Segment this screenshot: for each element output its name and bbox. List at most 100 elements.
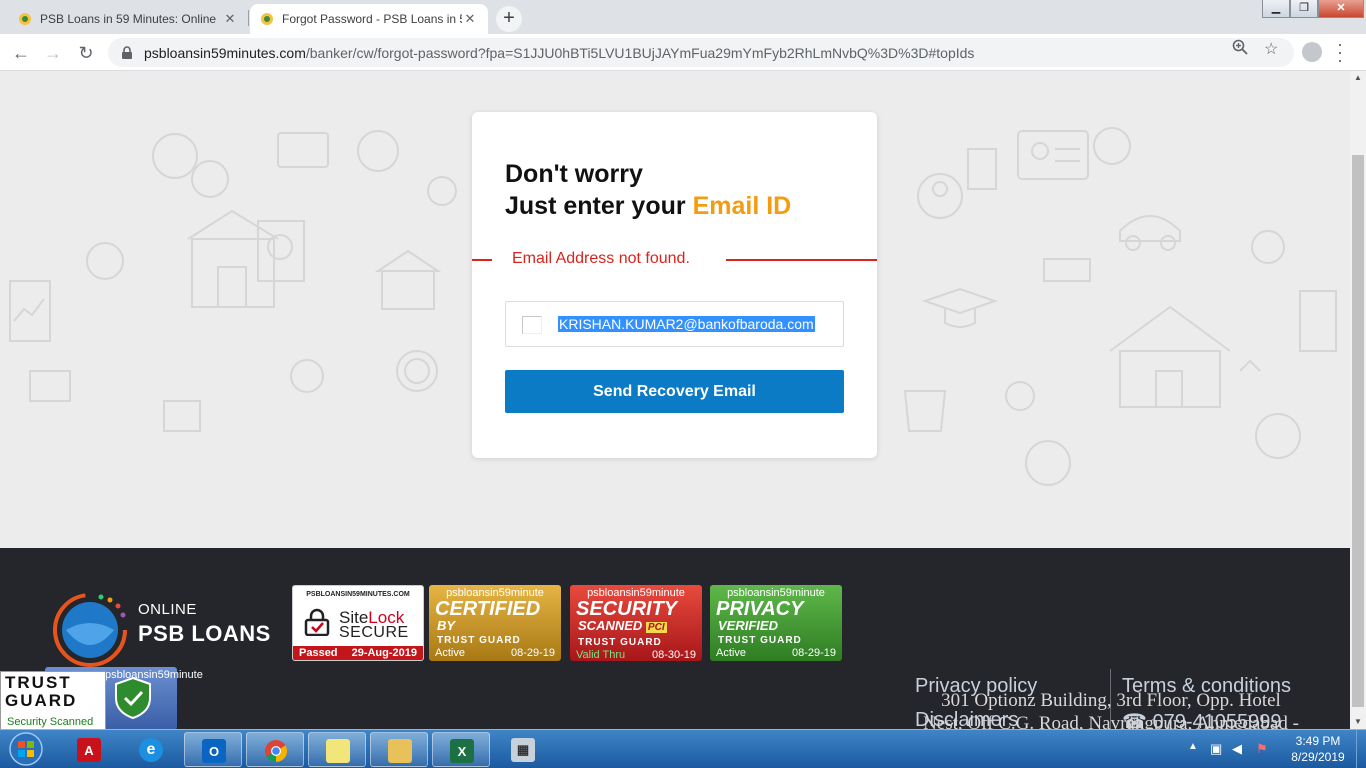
taskbar-clock[interactable]: 3:49 PM 8/29/2019	[1284, 733, 1352, 765]
security-scanned-badge[interactable]: psbloansin59minute SECURITY SCANNED PCI …	[570, 585, 702, 661]
privacy-verified-badge[interactable]: psbloansin59minute PRIVACY VERIFIED TRUS…	[710, 585, 842, 661]
url-path: /banker/cw/forgot-password?fpa=S1JJU0hBT…	[305, 44, 975, 61]
tab-close-icon[interactable]: ✕	[462, 11, 478, 27]
taskbar-file-explorer[interactable]	[370, 732, 428, 767]
tab-strip: PSB Loans in 59 Minutes: Online ✕ Forgot…	[0, 0, 1366, 34]
clock-date: 8/29/2019	[1291, 750, 1345, 764]
zoom-icon[interactable]	[1232, 39, 1248, 60]
action-center-flag-icon[interactable]: ⚑	[1256, 741, 1268, 757]
forward-arrow-icon[interactable]: →	[40, 40, 66, 66]
scroll-down-arrow-icon[interactable]: ▼	[1350, 715, 1366, 729]
network-icon[interactable]: ▣	[1210, 741, 1222, 757]
error-divider-left	[472, 259, 492, 261]
trust-guard-seal-front: TRUST GUARD Security Scanned	[0, 671, 151, 729]
volume-muted-icon[interactable]: ◀	[1232, 741, 1242, 757]
sitelock-domain: PSBLOANSIN59MINUTES.COM	[306, 591, 410, 598]
site-favicon-icon	[260, 12, 274, 26]
heading-accent: Email ID	[692, 192, 792, 220]
show-desktop-button[interactable]	[1356, 730, 1366, 768]
badge-trustguard: TRUST GUARD	[578, 637, 662, 648]
system-tray: ▲ ▣ ◀ ⚑	[1184, 730, 1284, 768]
page-content: Don't worry Just enter your Email ID Ema…	[0, 71, 1350, 729]
logo-text-line1: ONLINE	[138, 601, 197, 618]
badge-main: PRIVACY	[716, 598, 804, 620]
card-heading: Don't worry Just enter your Email ID	[505, 158, 791, 222]
close-window-button[interactable]: ✕	[1318, 0, 1364, 18]
email-field-value: KRISHAN.KUMAR2@bankofbaroda.com	[558, 316, 815, 332]
sitelock-secure: SECURE	[339, 624, 409, 641]
lock-icon	[122, 45, 132, 59]
trust-guard-seal[interactable]: psbloansin59minute TRUST GUARD Security …	[0, 667, 203, 729]
browser-toolbar: ← → ↻ psbloansin59minutes.com/banker/cw/…	[0, 34, 1366, 71]
tab-psb-loans-home[interactable]: PSB Loans in 59 Minutes: Online ✕	[8, 4, 248, 34]
heading-line1: Don't worry	[505, 160, 643, 188]
taskbar-sticky-notes[interactable]	[308, 732, 366, 767]
logo-text-line2: PSB LOANS	[138, 621, 271, 646]
badge-site: psbloansin59minute	[446, 587, 544, 599]
sitelock-badge[interactable]: PSBLOANSIN59MINUTES.COM SiteLock SECURE …	[292, 585, 424, 661]
badge-trustguard: TRUST GUARD	[718, 635, 802, 646]
badge-sub: SCANNED PCI	[578, 618, 667, 633]
badge-status-row: Active 08-29-19	[716, 647, 836, 659]
windows-taskbar: A e O X ▦ ▲ ▣ ◀ ⚑ 3:49 PM 8/29/2019	[0, 729, 1366, 768]
badge-status-row: Valid Thru 08-30-19	[576, 649, 696, 661]
footer: ONLINE PSB LOANS PSBLOANSIN59MINUTES.COM…	[0, 548, 1350, 729]
calculator-icon: ▦	[511, 738, 535, 762]
bookmark-star-icon[interactable]: ☆	[1264, 39, 1278, 59]
taskbar-outlook[interactable]: O	[184, 732, 242, 767]
send-recovery-email-button[interactable]: Send Recovery Email	[505, 370, 844, 413]
window-controls: ▁ ❐ ✕	[1262, 0, 1364, 20]
chrome-icon	[265, 740, 287, 762]
office-address: 301 Optionz Building, 3rd Floor, Opp. Ho…	[923, 690, 1299, 729]
taskbar-excel[interactable]: X	[432, 732, 490, 767]
badge-main: SECURITY	[576, 598, 678, 620]
clock-time: 3:49 PM	[1295, 734, 1341, 748]
new-tab-button[interactable]: +	[496, 6, 522, 32]
sticky-notes-icon	[326, 739, 350, 763]
heading-line2-prefix: Just enter your	[505, 192, 693, 220]
error-divider-right	[726, 259, 877, 261]
scroll-up-arrow-icon[interactable]: ▲	[1350, 71, 1366, 85]
acrobat-icon: A	[77, 738, 101, 762]
taskbar-acrobat[interactable]: A	[60, 732, 118, 767]
file-explorer-icon	[388, 739, 412, 763]
certified-badge[interactable]: psbloansin59minute CERTIFIED BY TRUST GU…	[429, 585, 561, 661]
back-arrow-icon[interactable]: ←	[8, 40, 34, 66]
site-favicon-icon	[18, 12, 32, 26]
badge-sub: VERIFIED	[718, 618, 778, 633]
show-hidden-icons-icon[interactable]: ▲	[1188, 741, 1198, 752]
psb-loans-logo-icon	[53, 593, 127, 667]
tab-forgot-password[interactable]: Forgot Password - PSB Loans in 5 ✕	[250, 4, 488, 34]
broken-image-icon	[522, 316, 542, 334]
tab-close-icon[interactable]: ✕	[222, 11, 238, 27]
excel-icon: X	[450, 739, 474, 763]
badge-sub: BY	[437, 618, 456, 633]
minimize-button[interactable]: ▁	[1262, 0, 1290, 18]
url-host: psbloansin59minutes.com	[144, 44, 306, 61]
email-field[interactable]: KRISHAN.KUMAR2@bankofbaroda.com	[505, 301, 844, 347]
error-message: Email Address not found.	[512, 250, 690, 267]
reload-icon[interactable]: ↻	[73, 40, 99, 66]
taskbar-calculator[interactable]: ▦	[494, 732, 552, 767]
profile-avatar[interactable]	[1302, 42, 1322, 62]
badge-main: CERTIFIED	[435, 598, 541, 620]
menu-dots-icon[interactable]: · · ·	[1334, 35, 1346, 69]
windows-start-button[interactable]	[4, 731, 48, 768]
internet-explorer-icon: e	[139, 738, 163, 762]
forgot-password-card: Don't worry Just enter your Email ID Ema…	[472, 112, 877, 458]
tab-separator	[248, 10, 249, 26]
outlook-icon: O	[202, 739, 226, 763]
plus-icon: +	[503, 7, 515, 29]
badge-site: psbloansin59minute	[727, 587, 825, 599]
maximize-button[interactable]: ❐	[1290, 0, 1318, 18]
shield-icon	[115, 676, 151, 720]
scrollbar-thumb[interactable]	[1352, 155, 1364, 707]
tab-title: PSB Loans in 59 Minutes: Online	[40, 12, 217, 26]
address-bar[interactable]: psbloansin59minutes.com/banker/cw/forgot…	[108, 38, 1294, 67]
badge-trustguard: TRUST GUARD	[437, 635, 521, 646]
taskbar-internet-explorer[interactable]: e	[122, 732, 180, 767]
badge-site: psbloansin59minute	[587, 587, 685, 599]
taskbar-chrome[interactable]	[246, 732, 304, 767]
badge-status-row: Active 08-29-19	[435, 647, 555, 659]
page-scrollbar[interactable]: ▲ ▼	[1350, 71, 1366, 729]
